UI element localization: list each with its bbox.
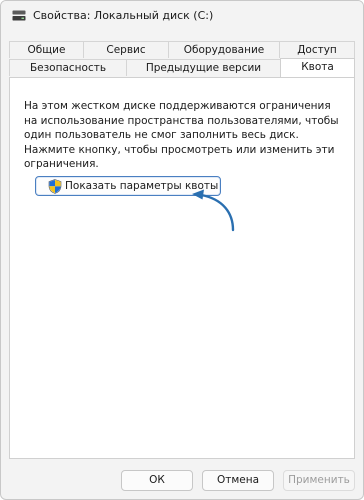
tab-hardware[interactable]: Оборудование: [168, 41, 280, 58]
quota-description: На этом жестком диске поддерживаются огр…: [24, 100, 339, 170]
drive-icon: [12, 10, 26, 21]
tab-sharing[interactable]: Доступ: [279, 41, 355, 58]
title-bar: Свойства: Локальный диск (C:): [1, 1, 363, 31]
ok-button[interactable]: ОК: [121, 470, 193, 491]
apply-button[interactable]: Применить: [283, 470, 355, 491]
tab-tools[interactable]: Сервис: [83, 41, 169, 58]
cancel-button[interactable]: Отмена: [202, 470, 274, 491]
tab-quota[interactable]: Квота: [280, 58, 355, 77]
tab-general[interactable]: Общие: [9, 41, 84, 58]
tab-security[interactable]: Безопасность: [9, 59, 127, 76]
quota-panel: На этом жестком диске поддерживаются огр…: [9, 77, 355, 459]
properties-window: Свойства: Локальный диск (C:) Общие Серв…: [0, 0, 364, 500]
window-title: Свойства: Локальный диск (C:): [33, 9, 214, 22]
tab-previous-versions[interactable]: Предыдущие версии: [126, 59, 281, 76]
show-quota-settings-label: Показать параметры квоты: [65, 180, 219, 192]
uac-shield-icon: [48, 178, 62, 194]
show-quota-settings-button[interactable]: Показать параметры квоты: [35, 176, 221, 196]
